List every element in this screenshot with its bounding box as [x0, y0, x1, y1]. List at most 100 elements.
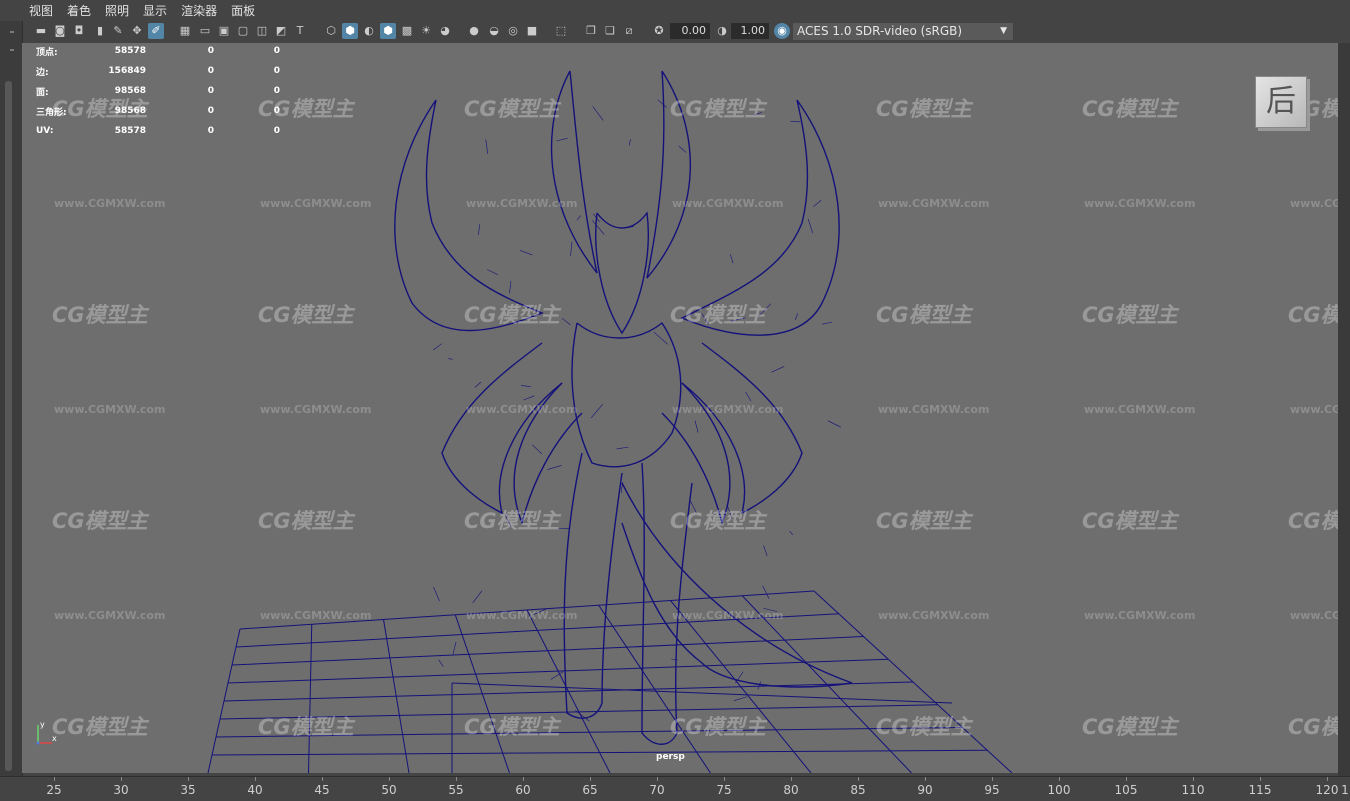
timeline-tick-label: 25	[46, 783, 61, 797]
timeline-tick-mark	[54, 777, 55, 781]
menu-shading[interactable]: 着色	[60, 2, 98, 19]
hud-value-selected: 0	[146, 101, 214, 121]
wireframe-icon[interactable]: ⬡	[323, 23, 339, 39]
timeline-tick-mark	[590, 777, 591, 781]
panel-handle-icon[interactable]	[10, 49, 14, 51]
timeline-tick-mark	[523, 777, 524, 781]
grease-pencil-icon[interactable]: ✎	[110, 23, 126, 39]
hud-value-component: 0	[214, 61, 280, 81]
anti-aliasing-icon[interactable]: ◎	[505, 23, 521, 39]
timeline-tick-label: 110	[1182, 783, 1205, 797]
timeline-tick-label: 100	[1048, 783, 1071, 797]
timeline-tick-label: 90	[917, 783, 932, 797]
timeline-tick-label: 30	[113, 783, 128, 797]
hud-row: 三角形:9856800	[36, 101, 280, 121]
default-material-icon[interactable]: ◐	[361, 23, 377, 39]
timeline-tick-label: 70	[649, 783, 664, 797]
gamma-field[interactable]: 1.00	[731, 23, 769, 39]
timeline-tick-mark	[121, 777, 122, 781]
ambient-occlusion-icon[interactable]: ●	[466, 23, 482, 39]
timeline-tick-label: 45	[314, 783, 329, 797]
poly-count-hud: 顶点:5857800边:15684900面:9856800三角形:9856800…	[36, 43, 280, 141]
left-scrollbar-panel	[0, 21, 23, 776]
hud-value-component: 0	[214, 121, 280, 141]
grid-icon[interactable]: ▦	[177, 23, 193, 39]
hud-label: UV:	[36, 121, 94, 141]
vertical-scrollbar[interactable]	[5, 81, 12, 771]
perspective-viewport[interactable]: CG模型主CG模型主CG模型主CG模型主CG模型主CG模型主CG模型主CG模型主…	[22, 43, 1338, 773]
xray-icon[interactable]: ❐	[583, 23, 599, 39]
exposure-icon[interactable]: ✪	[651, 23, 667, 39]
hud-row: 顶点:5857800	[36, 43, 280, 61]
timeline-tick-label: 75	[716, 783, 731, 797]
gate-mask-icon[interactable]: ▢	[235, 23, 251, 39]
color-space-value: ACES 1.0 SDR-video (sRGB)	[797, 24, 962, 38]
timeline-tick-label: 60	[515, 783, 530, 797]
depth-of-field-icon[interactable]: ■	[524, 23, 540, 39]
timeline-tick-label: 55	[448, 783, 463, 797]
time-slider[interactable]: 2530354045505560657075808590951001051101…	[0, 776, 1350, 801]
hud-value-object: 58578	[94, 43, 146, 61]
hud-value-object: 98568	[94, 81, 146, 101]
timeline-tick-label: 115	[1249, 783, 1272, 797]
textured-icon[interactable]: ▩	[399, 23, 415, 39]
menu-renderer[interactable]: 渲染器	[174, 2, 224, 19]
timeline-tick-mark	[1193, 777, 1194, 781]
resolution-gate-icon[interactable]: ▣	[216, 23, 232, 39]
hud-value-component: 0	[214, 43, 280, 61]
color-management-icon[interactable]: ◉	[774, 23, 790, 39]
exposure-field[interactable]: 0.00	[670, 23, 710, 39]
image-plane-icon[interactable]: ▮	[92, 23, 108, 39]
use-all-lights-icon[interactable]: ☀	[418, 23, 434, 39]
menu-lighting[interactable]: 照明	[98, 2, 136, 19]
color-space-select[interactable]: ACES 1.0 SDR-video (sRGB) ▼	[793, 23, 1013, 40]
timeline-tick-label: 80	[783, 783, 798, 797]
select-camera-icon[interactable]: ▬	[33, 23, 49, 39]
axis-indicator: y x	[30, 719, 60, 749]
hud-value-component: 0	[214, 81, 280, 101]
gamma-icon[interactable]: ◑	[714, 23, 730, 39]
isolate-select-icon[interactable]: ⬚	[553, 23, 569, 39]
timeline-tick-label: 40	[247, 783, 262, 797]
hud-label: 边:	[36, 61, 94, 81]
hud-value-component: 0	[214, 101, 280, 121]
film-gate-icon[interactable]: ▭	[197, 23, 213, 39]
timeline-tick-mark	[255, 777, 256, 781]
safe-title-icon[interactable]: T	[292, 23, 308, 39]
bookmark-icon[interactable]: ◘	[71, 23, 87, 39]
creature-mesh	[395, 71, 852, 744]
smooth-shade-icon[interactable]: ⬢	[342, 23, 358, 39]
shadows-icon[interactable]: ◕	[437, 23, 453, 39]
2d-pan-zoom-icon[interactable]: ✥	[129, 23, 145, 39]
hud-value-selected: 0	[146, 61, 214, 81]
grease-pencil-tool-icon[interactable]: ✐	[148, 23, 164, 39]
timeline-tick-mark	[1059, 777, 1060, 781]
wireframe-model	[22, 43, 1338, 773]
field-chart-icon[interactable]: ◫	[254, 23, 270, 39]
timeline-tick-label: 50	[381, 783, 396, 797]
hud-label: 顶点:	[36, 43, 94, 61]
menu-view[interactable]: 视图	[22, 2, 60, 19]
menu-panels[interactable]: 面板	[224, 2, 262, 19]
timeline-tick-label: 35	[180, 783, 195, 797]
hud-value-object: 156849	[94, 61, 146, 81]
collapse-arrow-icon[interactable]	[10, 31, 14, 33]
safe-action-icon[interactable]: ◩	[273, 23, 289, 39]
timeline-tick-label: 95	[984, 783, 999, 797]
timeline-tick-mark	[1260, 777, 1261, 781]
camera-attributes-icon[interactable]: ◙	[52, 23, 68, 39]
right-panel-edge	[1338, 43, 1350, 776]
xray-joints-icon[interactable]: ❏	[602, 23, 618, 39]
hud-label: 三角形:	[36, 101, 94, 121]
motion-blur-icon[interactable]: ◒	[486, 23, 502, 39]
xray-components-icon[interactable]: ⧄	[621, 23, 637, 39]
panel-toolbar: ▬ ◙ ◘ ▮ ✎ ✥ ✐ ▦ ▭ ▣ ▢ ◫ ◩ T ⬡ ⬢ ◐ ⬢ ▩ ☀ …	[0, 21, 1350, 44]
wireframe-on-shaded-icon[interactable]: ⬢	[380, 23, 396, 39]
hud-value-selected: 0	[146, 121, 214, 141]
timeline-tick-label: 105	[1115, 783, 1138, 797]
view-cube[interactable]: 后	[1255, 76, 1307, 128]
timeline-tick-mark	[456, 777, 457, 781]
axis-y-label: y	[40, 720, 45, 729]
menu-show[interactable]: 显示	[136, 2, 174, 19]
hud-value-object: 58578	[94, 121, 146, 141]
